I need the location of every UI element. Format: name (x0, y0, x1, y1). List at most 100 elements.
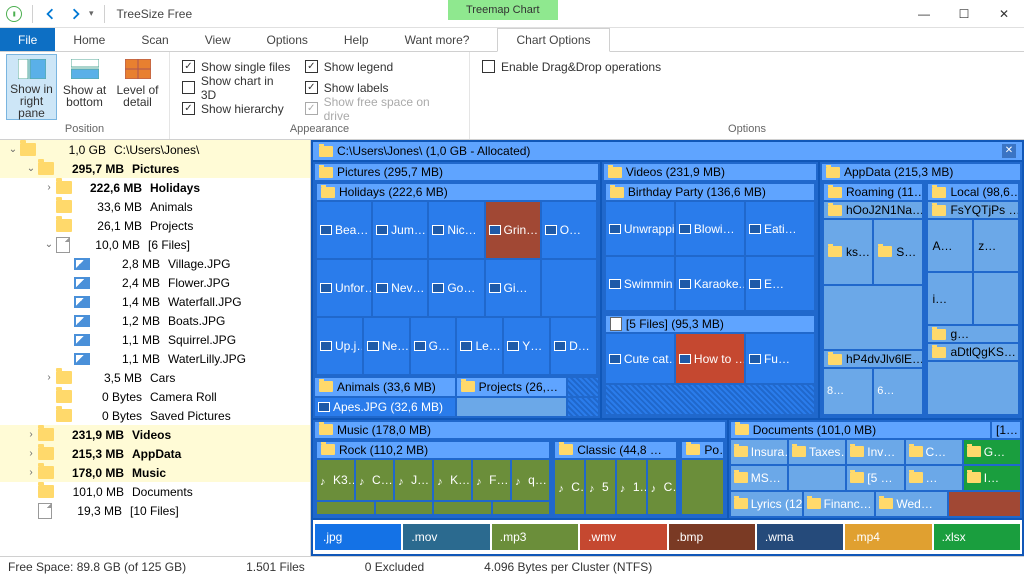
tm-cell[interactable]: Le… (457, 318, 502, 374)
menu-help[interactable]: Help (326, 28, 387, 51)
tree-row[interactable]: 1,4 MBWaterfall.JPG (0, 292, 310, 311)
menu-view[interactable]: View (187, 28, 249, 51)
chart-close-icon[interactable]: ✕ (1002, 144, 1016, 158)
expand-icon[interactable]: › (42, 182, 56, 193)
tree-row[interactable]: ›222,6 MBHolidays (0, 178, 310, 197)
tm-cell[interactable]: Financ… (804, 492, 875, 516)
tree-row[interactable]: ›231,9 MBVideos (0, 425, 310, 444)
tree-row[interactable]: ⌄295,7 MBPictures (0, 159, 310, 178)
expand-icon[interactable]: ⌄ (42, 239, 56, 250)
close-button[interactable]: ✕ (984, 0, 1024, 28)
tm-cell[interactable]: Go… (429, 260, 483, 316)
tm-cell[interactable]: D… (551, 318, 596, 374)
tm-cell[interactable]: Nev… (373, 260, 427, 316)
tm-cell[interactable]: F… (473, 460, 510, 500)
tm-cell[interactable]: C… (906, 440, 962, 464)
tm-cell[interactable]: Unwrappi… (606, 202, 674, 255)
tm-cell[interactable]: Insura… (731, 440, 787, 464)
tm-cell[interactable]: C… (356, 460, 393, 500)
tm-cell[interactable] (542, 260, 596, 316)
tm-cell[interactable]: q… (512, 460, 549, 500)
tm-cell[interactable]: Jum… (373, 202, 427, 258)
menu-options[interactable]: Options (249, 28, 326, 51)
minimize-button[interactable]: — (904, 0, 944, 28)
chk-hierarchy[interactable]: ✓Show hierarchy (182, 99, 291, 119)
tm-cell[interactable]: Fu… (746, 334, 814, 382)
show-at-bottom-button[interactable]: Show at bottom (59, 54, 110, 120)
tm-cell[interactable]: Inv… (847, 440, 903, 464)
directory-tree[interactable]: ⌄1,0 GBC:\Users\Jones\⌄295,7 MBPictures›… (0, 140, 311, 556)
tree-row[interactable]: ›178,0 MBMusic (0, 463, 310, 482)
context-tab-treemap[interactable]: Treemap Chart (448, 0, 558, 20)
tree-row[interactable]: ›215,3 MBAppData (0, 444, 310, 463)
tm-cell[interactable]: Swimmin… (606, 257, 674, 310)
tm-cell[interactable]: K… (434, 460, 471, 500)
chk-chart-3d[interactable]: Show chart in 3D (182, 78, 291, 98)
nav-forward[interactable] (63, 3, 89, 25)
tm-cell[interactable]: C… (555, 460, 584, 514)
nav-history-dropdown[interactable]: ▾ (89, 8, 94, 19)
tm-cell[interactable]: Up.j… (317, 318, 362, 374)
expand-icon[interactable]: ⌄ (24, 163, 38, 174)
chk-legend[interactable]: ✓Show legend (305, 57, 457, 77)
tree-row[interactable]: 19,3 MB[10 Files] (0, 501, 310, 520)
tm-cell[interactable]: 1… (617, 460, 646, 514)
menu-file[interactable]: File (0, 28, 55, 51)
tree-row[interactable]: 33,6 MBAnimals (0, 197, 310, 216)
tm-cell[interactable]: Unfor… (317, 260, 371, 316)
tm-cell[interactable]: Ne… (364, 318, 409, 374)
tm-cell[interactable]: Grin… (486, 202, 540, 258)
menu-wantmore[interactable]: Want more? (387, 28, 488, 51)
expand-icon[interactable]: › (24, 467, 38, 478)
tree-row[interactable]: 2,8 MBVillage.JPG (0, 254, 310, 273)
tm-cell[interactable]: Lyrics (12,… (731, 492, 802, 516)
tm-cell[interactable]: Nic… (429, 202, 483, 258)
tree-row[interactable]: 101,0 MBDocuments (0, 482, 310, 501)
nav-back[interactable] (37, 3, 63, 25)
tm-cell[interactable] (789, 466, 845, 490)
tm-cell[interactable]: O… (542, 202, 596, 258)
tm-cell[interactable]: Bea… (317, 202, 371, 258)
tm-cell[interactable]: K3… (317, 460, 354, 500)
tree-row[interactable]: 1,1 MBSquirrel.JPG (0, 330, 310, 349)
tree-row[interactable]: 1,1 MBWaterLilly.JPG (0, 349, 310, 368)
tm-cell[interactable]: Cute cat… (606, 334, 674, 382)
tree-row[interactable]: 2,4 MBFlower.JPG (0, 273, 310, 292)
tm-cell[interactable]: Y… (504, 318, 549, 374)
tm-cell[interactable]: Blowi… (676, 202, 744, 255)
tm-cell[interactable]: C… (648, 460, 677, 514)
tm-cell[interactable]: Eati… (746, 202, 814, 255)
tm-cell[interactable]: Taxes… (789, 440, 845, 464)
tree-row[interactable]: 0 BytesCamera Roll (0, 387, 310, 406)
show-right-pane-button[interactable]: Show in right pane (6, 54, 57, 120)
tm-cell[interactable]: Gi… (486, 260, 540, 316)
expand-icon[interactable]: › (24, 448, 38, 459)
menu-scan[interactable]: Scan (123, 28, 186, 51)
tm-cell[interactable]: J… (395, 460, 432, 500)
tree-row[interactable]: ›3,5 MBCars (0, 368, 310, 387)
menu-chartoptions[interactable]: Chart Options (497, 28, 609, 52)
tm-cell[interactable]: G… (964, 440, 1020, 464)
tm-cell[interactable]: E… (746, 257, 814, 310)
tm-cell[interactable] (949, 492, 1020, 516)
tm-cell[interactable]: 5 (586, 460, 615, 514)
chk-dragdrop[interactable]: Enable Drag&Drop operations (482, 57, 661, 77)
treemap-chart[interactable]: C:\Users\Jones\ (1,0 GB - Allocated) ✕ P… (311, 140, 1024, 556)
tree-row[interactable]: ⌄10,0 MB[6 Files] (0, 235, 310, 254)
tm-cell[interactable]: MS… (731, 466, 787, 490)
tm-cell[interactable]: G… (411, 318, 456, 374)
tree-row[interactable]: ⌄1,0 GBC:\Users\Jones\ (0, 140, 310, 159)
menu-home[interactable]: Home (55, 28, 123, 51)
tm-cell[interactable]: … (906, 466, 962, 490)
expand-icon[interactable]: › (42, 372, 56, 383)
expand-icon[interactable]: ⌄ (6, 144, 20, 155)
tm-cell[interactable]: I… (964, 466, 1020, 490)
maximize-button[interactable]: ☐ (944, 0, 984, 28)
tree-row[interactable]: 1,2 MBBoats.JPG (0, 311, 310, 330)
tm-cell[interactable]: Wed… (876, 492, 947, 516)
tree-row[interactable]: 26,1 MBProjects (0, 216, 310, 235)
tree-row[interactable]: 0 BytesSaved Pictures (0, 406, 310, 425)
tm-cell[interactable]: How to … (676, 334, 744, 382)
tm-cell[interactable]: Karaoke.… (676, 257, 744, 310)
tm-cell[interactable]: [5 … (847, 466, 903, 490)
